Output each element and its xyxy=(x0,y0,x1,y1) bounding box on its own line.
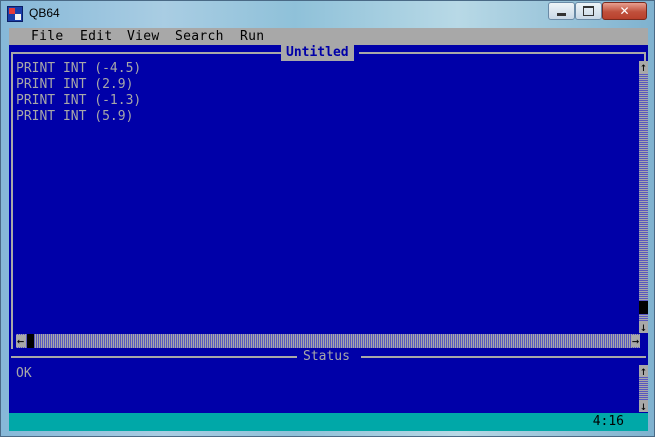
editor-frame-top-left xyxy=(11,52,281,54)
cursor-position: 4:16 xyxy=(592,414,624,429)
editor-frame-top-right xyxy=(359,52,646,54)
status-frame-top-right xyxy=(361,356,646,358)
editor-frame-left xyxy=(11,52,13,349)
editor-vertical-scrollbar[interactable]: ↑ ↓ xyxy=(639,61,648,333)
code-line[interactable]: PRINT INT (-1.3) xyxy=(16,93,141,109)
status-frame-top-left xyxy=(11,356,297,358)
editor-title: Untitled xyxy=(281,44,354,61)
menu-file[interactable]: File xyxy=(31,29,64,44)
title-bar[interactable]: QB64 ✕ xyxy=(1,1,654,27)
scroll-down-arrow-icon[interactable]: ↓ xyxy=(639,400,648,412)
code-line[interactable]: PRINT INT (2.9) xyxy=(16,77,141,93)
scroll-right-arrow-icon[interactable]: → xyxy=(631,335,640,347)
vertical-scroll-thumb[interactable] xyxy=(639,301,648,314)
close-icon: ✕ xyxy=(619,4,630,18)
window-title: QB64 xyxy=(29,6,60,20)
menu-bar: File Edit View Search Run xyxy=(9,28,648,45)
scroll-up-arrow-icon[interactable]: ↑ xyxy=(639,365,648,377)
status-vertical-scrollbar[interactable]: ↑ ↓ xyxy=(639,365,648,412)
status-title: Status xyxy=(299,349,354,365)
code-line[interactable]: PRINT INT (5.9) xyxy=(16,109,141,125)
maximize-button[interactable] xyxy=(575,2,602,20)
minimize-button[interactable] xyxy=(548,2,575,20)
bottom-status-bar: 4:16 xyxy=(9,413,648,431)
horizontal-scroll-thumb[interactable] xyxy=(27,334,34,348)
close-button[interactable]: ✕ xyxy=(602,2,647,20)
menu-edit[interactable]: Edit xyxy=(80,29,113,44)
status-message: OK xyxy=(16,366,32,381)
minimize-icon xyxy=(557,12,566,16)
maximize-icon xyxy=(583,6,594,16)
scroll-up-arrow-icon[interactable]: ↑ xyxy=(639,61,648,73)
qb64-window: QB64 ✕ File Edit View Search Run Untitle… xyxy=(0,0,655,437)
editor-horizontal-scrollbar[interactable]: ← → xyxy=(16,334,640,348)
scroll-left-arrow-icon[interactable]: ← xyxy=(16,335,25,347)
code-line[interactable]: PRINT INT (-4.5) xyxy=(16,61,141,77)
code-editor[interactable]: PRINT INT (-4.5) PRINT INT (2.9) PRINT I… xyxy=(16,61,141,125)
qb64-ide: File Edit View Search Run Untitled PRINT… xyxy=(9,28,648,431)
menu-view[interactable]: View xyxy=(127,29,160,44)
menu-run[interactable]: Run xyxy=(240,29,264,44)
qb64-icon[interactable] xyxy=(7,6,23,22)
menu-search[interactable]: Search xyxy=(175,29,224,44)
scroll-down-arrow-icon[interactable]: ↓ xyxy=(639,321,648,333)
